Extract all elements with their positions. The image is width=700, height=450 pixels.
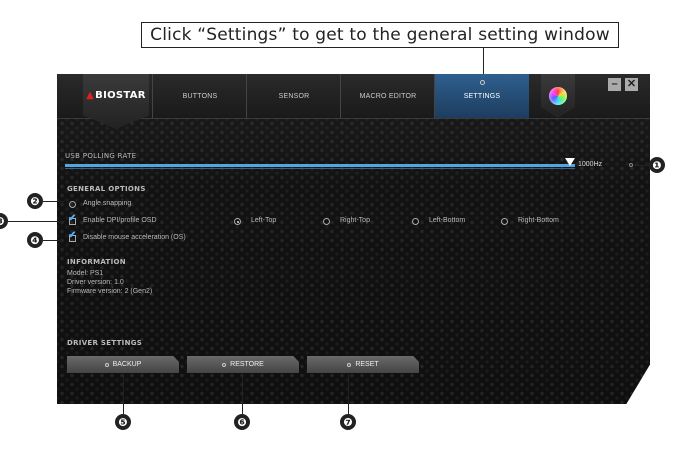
marker-5-leader — [123, 374, 124, 414]
marker-1-leader — [633, 165, 649, 166]
button-dot-icon — [222, 362, 227, 367]
reset-button[interactable]: RESET — [307, 356, 419, 373]
marker-7-leader — [348, 374, 349, 414]
tab-buttons[interactable]: BUTTONS — [152, 74, 247, 118]
app-window: ▲BIOSTAR BUTTONS SENSOR MACRO EDITOR SET… — [57, 74, 650, 404]
usb-polling-title: USB POLLING RATE — [65, 152, 137, 160]
angle-snapping-label: Angle snapping — [83, 200, 132, 207]
tab-indicator-icon — [479, 80, 485, 85]
tab-buttons-label: BUTTONS — [182, 92, 218, 100]
angle-snapping-checkbox[interactable] — [69, 201, 76, 208]
osd-position-right-top-radio[interactable] — [323, 218, 330, 225]
osd-position-right-bottom-label: Right-Bottom — [518, 217, 559, 224]
polling-rate-slider-handle[interactable] — [565, 158, 575, 166]
restore-button-label: RESTORE — [230, 361, 264, 368]
button-dot-icon — [347, 362, 352, 367]
reset-button-label: RESET — [355, 361, 379, 368]
marker-3: ❸ — [0, 213, 8, 229]
marker-3-leader — [8, 221, 64, 222]
tab-sensor[interactable]: SENSOR — [246, 74, 341, 118]
model-info: Model: PS1 — [67, 270, 104, 277]
tab-macro-editor-label: MACRO EDITOR — [359, 92, 417, 100]
backup-button-label: BACKUP — [112, 361, 142, 368]
osd-position-left-bottom-radio[interactable] — [412, 218, 419, 225]
checkmark-icon: ✔ — [68, 213, 77, 224]
tab-settings[interactable]: SETTINGS — [434, 74, 529, 118]
dpi-osd-label: Enable DPI/profile OSD — [83, 217, 157, 224]
osd-position-right-top-label: Right-Top — [340, 217, 370, 224]
marker-2-leader — [43, 201, 64, 202]
general-options-title: GENERAL OPTIONS — [67, 185, 146, 193]
close-button[interactable]: ✕ — [625, 78, 638, 91]
backup-button[interactable]: BACKUP — [67, 356, 179, 373]
firmware-version-info: Firmware version: 2 (Gen2) — [67, 288, 153, 295]
tab-macro-editor[interactable]: MACRO EDITOR — [340, 74, 435, 118]
osd-position-left-top-radio[interactable] — [234, 218, 241, 225]
tab-settings-label: SETTINGS — [463, 92, 501, 100]
brand-logo: ▲BIOSTAR — [83, 74, 149, 129]
marker-4-leader — [43, 240, 64, 241]
button-dot-icon — [104, 362, 109, 367]
checkmark-icon: ✔ — [68, 230, 77, 241]
minimize-button[interactable]: – — [608, 78, 621, 91]
color-wheel-icon — [549, 87, 567, 105]
driver-version-info: Driver version: 1.0 — [67, 279, 124, 286]
marker-6: ❻ — [234, 414, 250, 430]
marker-7: ❼ — [340, 414, 356, 430]
driver-settings-title: DRIVER SETTINGS — [67, 339, 143, 347]
logo-triangle-icon: ▲ — [86, 90, 95, 101]
osd-position-right-bottom-radio[interactable] — [501, 218, 508, 225]
disable-acceleration-label: Disable mouse acceleration (OS) — [83, 234, 186, 241]
marker-6-leader — [242, 374, 243, 414]
marker-2: ❷ — [27, 193, 43, 209]
osd-position-left-bottom-label: Left-Bottom — [429, 217, 466, 224]
polling-rate-slider[interactable] — [65, 164, 575, 167]
callout-text: Click “Settings” to get to the general s… — [141, 22, 619, 48]
polling-slider-track-shadow — [65, 168, 575, 169]
restore-button[interactable]: RESTORE — [187, 356, 299, 373]
polling-rate-value: 1000Hz — [578, 161, 603, 168]
marker-1-anchor-icon — [629, 163, 633, 167]
osd-position-left-top-label: Left-Top — [251, 217, 277, 224]
tab-sensor-label: SENSOR — [278, 92, 310, 100]
marker-5: ❺ — [115, 414, 131, 430]
logo-text: BIOSTAR — [95, 90, 146, 101]
marker-4: ❹ — [27, 232, 43, 248]
marker-1: ❶ — [649, 157, 665, 173]
information-title: INFORMATION — [67, 258, 126, 266]
